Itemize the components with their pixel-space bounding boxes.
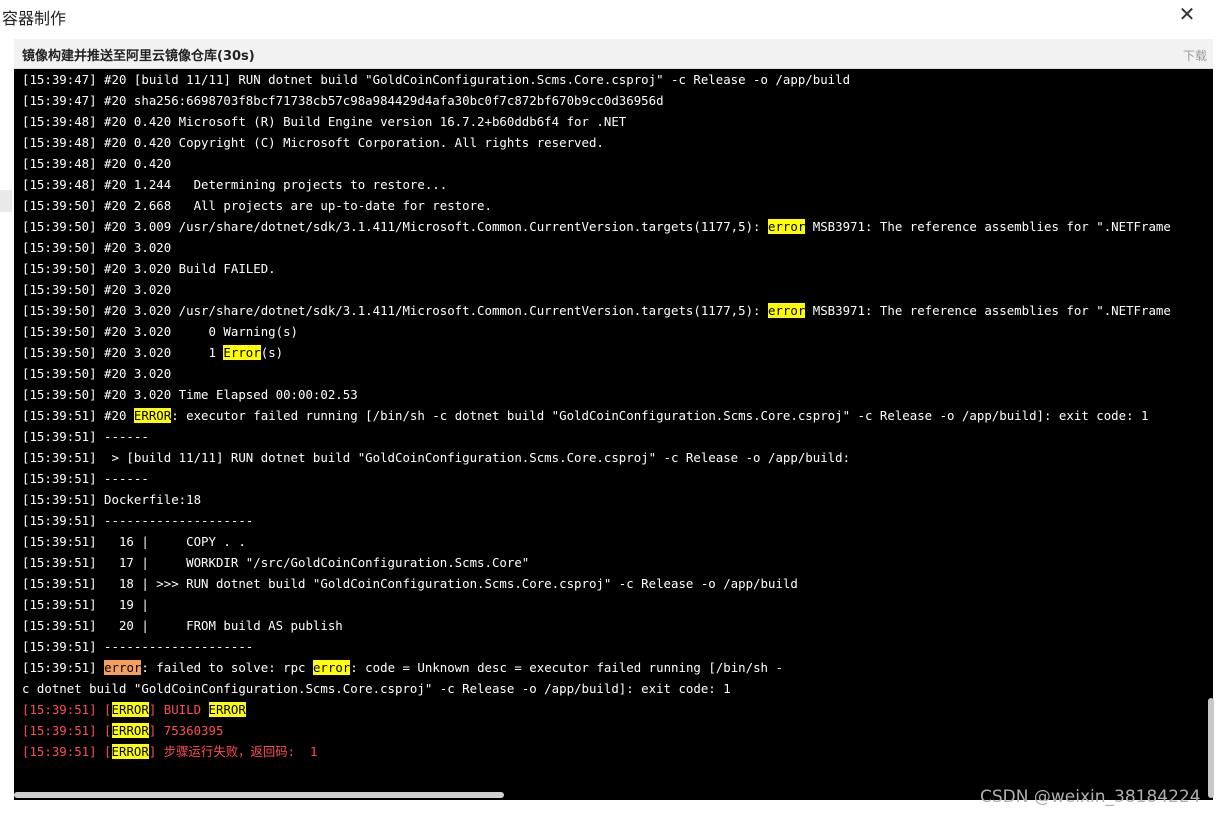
log-highlight: error xyxy=(767,303,806,318)
log-line: [15:39:48] #20 0.420 xyxy=(22,153,1208,174)
log-text: [15:39:47] #20 sha256:6698703f8bcf71738c… xyxy=(22,93,664,108)
log-highlight: ERROR xyxy=(111,744,149,759)
log-text: [15:39:50] #20 3.020 /usr/share/dotnet/s… xyxy=(22,303,768,318)
log-text: (s) xyxy=(260,345,284,360)
log-text: [15:39:50] #20 3.020 1 xyxy=(22,345,224,360)
log-text: [15:39:50] #20 3.020 xyxy=(22,282,172,297)
close-icon[interactable]: ✕ xyxy=(1176,3,1198,25)
log-line: [15:39:47] #20 sha256:6698703f8bcf71738c… xyxy=(22,90,1208,111)
log-highlight: ERROR xyxy=(111,702,149,717)
dialog-header: 容器制作 ✕ xyxy=(0,0,1227,32)
log-text: ] 步骤运行失败，返回码: 1 xyxy=(148,744,318,759)
log-highlight: Error xyxy=(223,345,261,360)
log-line: [15:39:48] #20 0.420 Microsoft (R) Build… xyxy=(22,111,1208,132)
log-panel-header: 镜像构建并推送至阿里云镜像仓库(30s) 下载 xyxy=(14,39,1213,69)
log-line: [15:39:51] 16 | COPY . . xyxy=(22,531,1208,552)
log-text: [15:39:48] #20 0.420 Microsoft (R) Build… xyxy=(22,114,627,129)
log-line: [15:39:50] #20 3.020 0 Warning(s) xyxy=(22,321,1208,342)
log-line: [15:39:50] #20 3.020 xyxy=(22,363,1208,384)
log-text: [15:39:50] #20 3.020 Time Elapsed 00:00:… xyxy=(22,387,358,402)
log-text: : executor failed running [/bin/sh -c do… xyxy=(171,408,1149,423)
log-text: [15:39:51] 16 | COPY . . xyxy=(22,534,246,549)
log-line: [15:39:51] 17 | WORKDIR "/src/GoldCoinCo… xyxy=(22,552,1208,573)
log-line: [15:39:48] #20 0.420 Copyright (C) Micro… xyxy=(22,132,1208,153)
log-text: ] 75360395 xyxy=(148,723,224,738)
background-strip xyxy=(0,190,12,212)
log-line: [15:39:51] 18 | >>> RUN dotnet build "Go… xyxy=(22,573,1208,594)
log-text: [15:39:50] #20 3.020 xyxy=(22,240,172,255)
log-text: [15:39:51] ------ xyxy=(22,429,149,444)
dialog-title: 容器制作 xyxy=(2,9,67,28)
log-highlight: ERROR xyxy=(133,408,172,423)
log-line: [15:39:50] #20 3.020 Build FAILED. xyxy=(22,258,1208,279)
log-line: [15:39:51] ------ xyxy=(22,426,1208,447)
log-text: [15:39:47] #20 [build 11/11] RUN dotnet … xyxy=(22,72,851,87)
log-text: [15:39:51] 20 | FROM build AS publish xyxy=(22,618,343,633)
log-text: [15:39:51] [ xyxy=(22,723,112,738)
log-highlight: error xyxy=(767,219,806,234)
log-line: [15:39:51] > [build 11/11] RUN dotnet bu… xyxy=(22,447,1208,468)
log-line: [15:39:50] #20 3.020 xyxy=(22,237,1208,258)
log-text: [15:39:51] > [build 11/11] RUN dotnet bu… xyxy=(22,450,851,465)
log-text: c dotnet build "GoldCoinConfiguration.Sc… xyxy=(22,681,731,696)
log-line: [15:39:50] #20 2.668 All projects are up… xyxy=(22,195,1208,216)
log-line: [15:39:51] #20 ERROR: executor failed ru… xyxy=(22,405,1208,426)
log-line: c dotnet build "GoldCoinConfiguration.Sc… xyxy=(22,678,1208,699)
horizontal-scrollbar[interactable] xyxy=(14,792,504,798)
download-button[interactable]: 下载 xyxy=(1183,47,1207,64)
log-text: [15:39:50] #20 3.020 xyxy=(22,366,172,381)
log-text: MSB3971: The reference assemblies for ".… xyxy=(805,219,1171,234)
log-highlight: ERROR xyxy=(208,702,246,717)
log-line: [15:39:51] 20 | FROM build AS publish xyxy=(22,615,1208,636)
log-text: [15:39:50] #20 3.020 Build FAILED. xyxy=(22,261,276,276)
log-text: [15:39:50] #20 3.009 /usr/share/dotnet/s… xyxy=(22,219,768,234)
vertical-scrollbar[interactable] xyxy=(1208,698,1214,798)
log-line: [15:39:50] #20 3.020 Time Elapsed 00:00:… xyxy=(22,384,1208,405)
log-line: [15:39:51] -------------------- xyxy=(22,636,1208,657)
log-text: [15:39:51] 18 | >>> RUN dotnet build "Go… xyxy=(22,576,798,591)
log-output: [15:39:47] #20 [build 11/11] RUN dotnet … xyxy=(22,69,1208,791)
log-text: [15:39:48] #20 0.420 xyxy=(22,156,172,171)
log-text: ] BUILD xyxy=(148,702,209,717)
log-text: [15:39:51] 17 | WORKDIR "/src/GoldCoinCo… xyxy=(22,555,530,570)
log-line: [15:39:51] 19 | xyxy=(22,594,1208,615)
log-panel: 镜像构建并推送至阿里云镜像仓库(30s) 下载 [15:39:47] #20 [… xyxy=(14,39,1213,800)
log-line: [15:39:51] [ERROR] BUILD ERROR xyxy=(22,699,1208,720)
log-text: MSB3971: The reference assemblies for ".… xyxy=(805,303,1171,318)
log-line: [15:39:48] #20 1.244 Determining project… xyxy=(22,174,1208,195)
log-line: [15:39:51] [ERROR] 步骤运行失败，返回码: 1 xyxy=(22,741,1208,762)
log-text: [15:39:48] #20 0.420 Copyright (C) Micro… xyxy=(22,135,604,150)
log-text: [15:39:51] -------------------- xyxy=(22,513,254,528)
watermark: CSDN @weixin_38184224 xyxy=(980,787,1201,807)
log-text: [15:39:51] ------ xyxy=(22,471,149,486)
log-text: : failed to solve: rpc xyxy=(141,660,313,675)
log-line: [15:39:51] -------------------- xyxy=(22,510,1208,531)
log-text: [15:39:51] 19 | xyxy=(22,597,149,612)
log-highlight: ERROR xyxy=(111,723,149,738)
log-text: [15:39:51] #20 xyxy=(22,408,134,423)
log-text: [15:39:51] Dockerfile:18 xyxy=(22,492,202,507)
log-text: [15:39:50] #20 3.020 0 Warning(s) xyxy=(22,324,299,339)
log-highlight: error xyxy=(312,660,351,675)
log-line: [15:39:51] ------ xyxy=(22,468,1208,489)
log-line: [15:39:50] #20 3.020 1 Error(s) xyxy=(22,342,1208,363)
log-line: [15:39:50] #20 3.020 xyxy=(22,279,1208,300)
log-text: [15:39:48] #20 1.244 Determining project… xyxy=(22,177,448,192)
log-highlight: error xyxy=(104,660,142,675)
log-text: [15:39:50] #20 2.668 All projects are up… xyxy=(22,198,492,213)
log-text: [15:39:51] xyxy=(22,660,105,675)
log-line: [15:39:51] error: failed to solve: rpc e… xyxy=(22,657,1208,678)
log-line: [15:39:50] #20 3.009 /usr/share/dotnet/s… xyxy=(22,216,1208,237)
log-text: [15:39:51] [ xyxy=(22,702,112,717)
log-line: [15:39:47] #20 [build 11/11] RUN dotnet … xyxy=(22,69,1208,90)
log-text: [15:39:51] -------------------- xyxy=(22,639,254,654)
log-line: [15:39:50] #20 3.020 /usr/share/dotnet/s… xyxy=(22,300,1208,321)
log-text: : code = Unknown desc = executor failed … xyxy=(350,660,783,675)
log-line: [15:39:51] Dockerfile:18 xyxy=(22,489,1208,510)
log-panel-title: 镜像构建并推送至阿里云镜像仓库(30s) xyxy=(22,49,255,64)
log-text: [15:39:51] [ xyxy=(22,744,112,759)
log-line: [15:39:51] [ERROR] 75360395 xyxy=(22,720,1208,741)
